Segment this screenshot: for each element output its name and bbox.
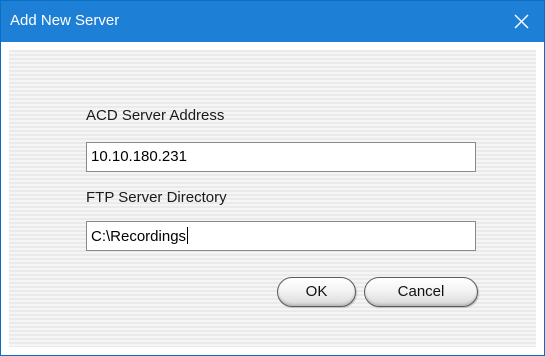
window-title: Add New Server [10,12,120,29]
close-button[interactable] [498,1,544,42]
acd-server-address-label: ACD Server Address [86,107,225,124]
ftp-server-directory-label: FTP Server Directory [86,189,227,206]
acd-server-address-value: 10.10.180.231 [91,148,187,165]
acd-server-address-input[interactable]: 10.10.180.231 [86,142,476,172]
ftp-server-directory-value: C:\Recordings [91,228,187,245]
ftp-server-directory-input[interactable]: C:\Recordings [86,221,476,251]
cancel-button[interactable]: Cancel [364,277,478,307]
title-bar[interactable]: Add New Server [1,1,544,42]
close-icon [514,14,529,29]
dialog-body: ACD Server Address 10.10.180.231 FTP Ser… [9,50,536,347]
text-caret [187,227,189,244]
add-new-server-dialog: Add New Server ACD Server Address 10.10.… [0,0,545,356]
ok-button[interactable]: OK [277,277,356,307]
